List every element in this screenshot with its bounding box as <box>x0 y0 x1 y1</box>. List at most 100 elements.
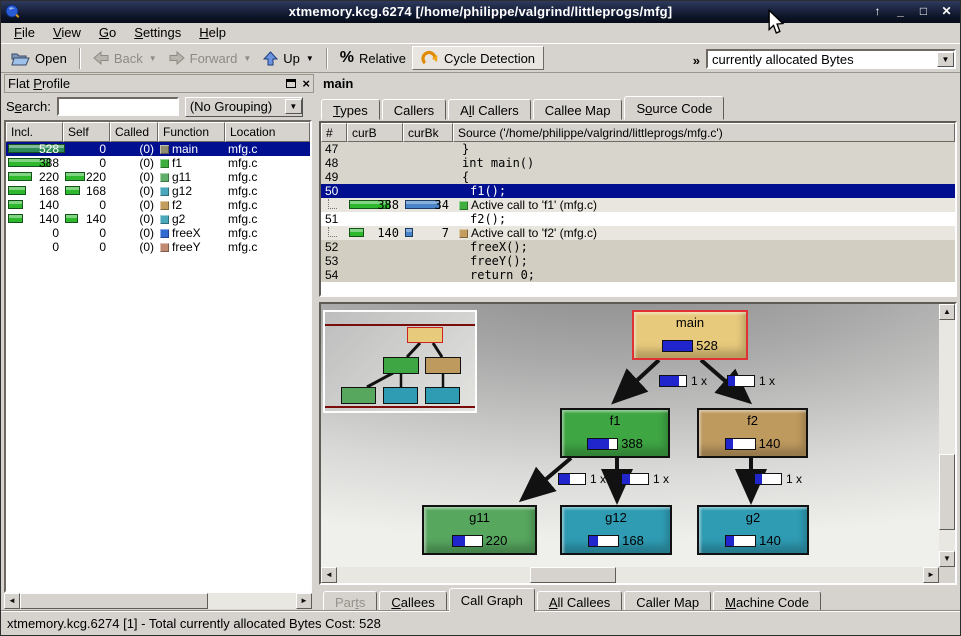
keep-above-button[interactable]: ↑ <box>869 3 886 20</box>
source-line-selected[interactable]: 50 f1(); <box>321 184 955 198</box>
up-button[interactable]: Up▼ <box>257 48 320 69</box>
minimize-button[interactable]: _ <box>892 3 909 20</box>
menu-help[interactable]: Help <box>190 23 235 43</box>
flat-profile-title: Flat Profile <box>8 76 286 91</box>
source-line[interactable]: 53 freeY(); <box>321 254 955 268</box>
tab-all-callees[interactable]: All Callees <box>537 591 622 612</box>
edge-label-f1-g12[interactable]: 1 x <box>621 472 669 486</box>
column-header-curBk[interactable]: curBk <box>403 123 453 142</box>
back-arrow-icon <box>93 51 109 65</box>
tab-source-code[interactable]: Source Code <box>624 96 724 120</box>
source-line[interactable]: 47 } <box>321 142 955 156</box>
table-row-freeY[interactable]: 0 0 (0) freeY mfg.c <box>6 240 310 254</box>
function-color-swatch <box>459 229 468 238</box>
graph-overview-minimap[interactable] <box>323 310 477 413</box>
call-graph-view[interactable]: main 528 f1 388 f2 140 g11 220 g12 168 g… <box>319 302 957 585</box>
open-button[interactable]: Open <box>5 48 73 69</box>
scroll-right-icon[interactable]: ► <box>923 567 939 583</box>
graph-node-g12[interactable]: g12 168 <box>560 505 672 555</box>
menu-settings[interactable]: Settings <box>125 23 190 43</box>
column-header-incl[interactable]: Incl. <box>6 122 63 142</box>
column-header-line[interactable]: # <box>321 123 347 142</box>
tab-callers[interactable]: Callers <box>382 99 446 120</box>
edge-label-f2-g2[interactable]: 1 x <box>754 472 802 486</box>
function-panel: main Types Callers All Callers Callee Ma… <box>317 74 957 609</box>
graph-node-g11[interactable]: g11 220 <box>422 505 537 555</box>
close-button[interactable]: ✕ <box>938 3 955 20</box>
table-row-main[interactable]: 528 0 (0) main mfg.c <box>6 142 310 156</box>
minimap-node-g11 <box>341 387 376 404</box>
float-panel-icon[interactable] <box>286 79 296 88</box>
graph-hscrollbar[interactable]: ◄ ► <box>321 567 939 583</box>
menu-bar: File View Go Settings Help <box>1 23 960 44</box>
grouping-select[interactable]: (No Grouping) ▼ <box>185 97 303 117</box>
menu-file[interactable]: File <box>5 23 44 43</box>
column-header-function[interactable]: Function <box>158 122 225 142</box>
source-line[interactable]: 54 return 0; <box>321 268 955 282</box>
cost-bar <box>725 438 756 450</box>
column-header-source[interactable]: Source ('/home/philippe/valgrind/littlep… <box>453 123 955 142</box>
tab-caller-map[interactable]: Caller Map <box>624 591 711 612</box>
application-window: xtmemory.kcg.6274 [/home/philippe/valgri… <box>0 0 961 636</box>
maximize-button[interactable]: □ <box>915 3 932 20</box>
menu-go[interactable]: Go <box>90 23 125 43</box>
source-line[interactable]: 48 int main() <box>321 156 955 170</box>
table-row-f2[interactable]: 140 0 (0) f2 mfg.c <box>6 198 310 212</box>
source-line[interactable]: 49 { <box>321 170 955 184</box>
forward-button[interactable]: Forward▼ <box>163 48 258 69</box>
graph-node-f2[interactable]: f2 140 <box>697 408 808 458</box>
tab-machine-code[interactable]: Machine Code <box>713 591 821 612</box>
tab-call-graph[interactable]: Call Graph <box>449 588 535 612</box>
menu-view[interactable]: View <box>44 23 90 43</box>
cost-bar <box>587 438 618 450</box>
scrollbar-thumb[interactable] <box>530 567 616 583</box>
back-button[interactable]: Back▼ <box>87 48 163 69</box>
table-row-g2[interactable]: 140 140 (0) g2 mfg.c <box>6 212 310 226</box>
graph-node-f1[interactable]: f1 388 <box>560 408 670 458</box>
scroll-right-icon[interactable]: ► <box>296 593 312 609</box>
table-row-freeX[interactable]: 0 0 (0) freeX mfg.c <box>6 226 310 240</box>
scrollbar-thumb[interactable] <box>20 593 208 609</box>
source-line[interactable]: 52 freeX(); <box>321 240 955 254</box>
tab-types[interactable]: Types <box>321 99 380 120</box>
scroll-down-icon[interactable]: ▼ <box>939 551 955 567</box>
graph-vscrollbar[interactable]: ▲ ▼ <box>939 304 955 567</box>
table-row-g11[interactable]: 220 220 (0) g11 mfg.c <box>6 170 310 184</box>
minimap-node-g2 <box>425 387 460 404</box>
column-header-location[interactable]: Location <box>225 122 310 142</box>
column-header-called[interactable]: Called <box>110 122 158 142</box>
flat-profile-titlebar[interactable]: Flat Profile × <box>4 74 314 93</box>
tab-all-callers[interactable]: All Callers <box>448 99 531 120</box>
scroll-left-icon[interactable]: ◄ <box>321 567 337 583</box>
tab-callees[interactable]: Callees <box>379 591 446 612</box>
function-tabs: Types Callers All Callers Callee Map Sou… <box>317 96 957 120</box>
close-panel-icon[interactable]: × <box>302 79 310 89</box>
scrollbar-thumb[interactable] <box>939 454 955 530</box>
up-arrow-icon <box>263 51 278 66</box>
edge-cost-bar <box>621 473 649 485</box>
column-header-self[interactable]: Self <box>63 122 110 142</box>
source-call-line[interactable]: 388 34 Active call to 'f1' (mfg.c) <box>321 198 955 212</box>
event-type-select[interactable]: currently allocated Bytes ▼ <box>706 49 956 69</box>
column-header-curB[interactable]: curB <box>347 123 403 142</box>
source-line[interactable]: 51 f2(); <box>321 212 955 226</box>
relative-toggle-button[interactable]: % Relative <box>334 46 412 70</box>
edge-label-f1-g11[interactable]: 1 x <box>558 472 606 486</box>
scroll-up-icon[interactable]: ▲ <box>939 304 955 320</box>
tab-callee-map[interactable]: Callee Map <box>533 99 623 120</box>
graph-node-main[interactable]: main 528 <box>632 310 748 360</box>
function-color-swatch <box>160 215 169 224</box>
edge-label-main-f2[interactable]: 1 x <box>727 374 775 388</box>
search-input[interactable] <box>57 97 179 116</box>
table-row-f1[interactable]: 388 0 (0) f1 mfg.c <box>6 156 310 170</box>
tab-parts[interactable]: Parts <box>323 591 377 612</box>
graph-node-g2[interactable]: g2 140 <box>697 505 809 555</box>
flat-profile-hscrollbar[interactable]: ◄ ► <box>4 593 312 609</box>
source-call-line[interactable]: 140 7 Active call to 'f2' (mfg.c) <box>321 226 955 240</box>
toolbar-overflow-icon[interactable]: » <box>693 53 700 68</box>
scroll-left-icon[interactable]: ◄ <box>4 593 20 609</box>
title-bar[interactable]: xtmemory.kcg.6274 [/home/philippe/valgri… <box>1 1 960 23</box>
table-row-g12[interactable]: 168 168 (0) g12 mfg.c <box>6 184 310 198</box>
cycle-detection-toggle-button[interactable]: Cycle Detection <box>412 46 544 70</box>
edge-label-main-f1[interactable]: 1 x <box>659 374 707 388</box>
